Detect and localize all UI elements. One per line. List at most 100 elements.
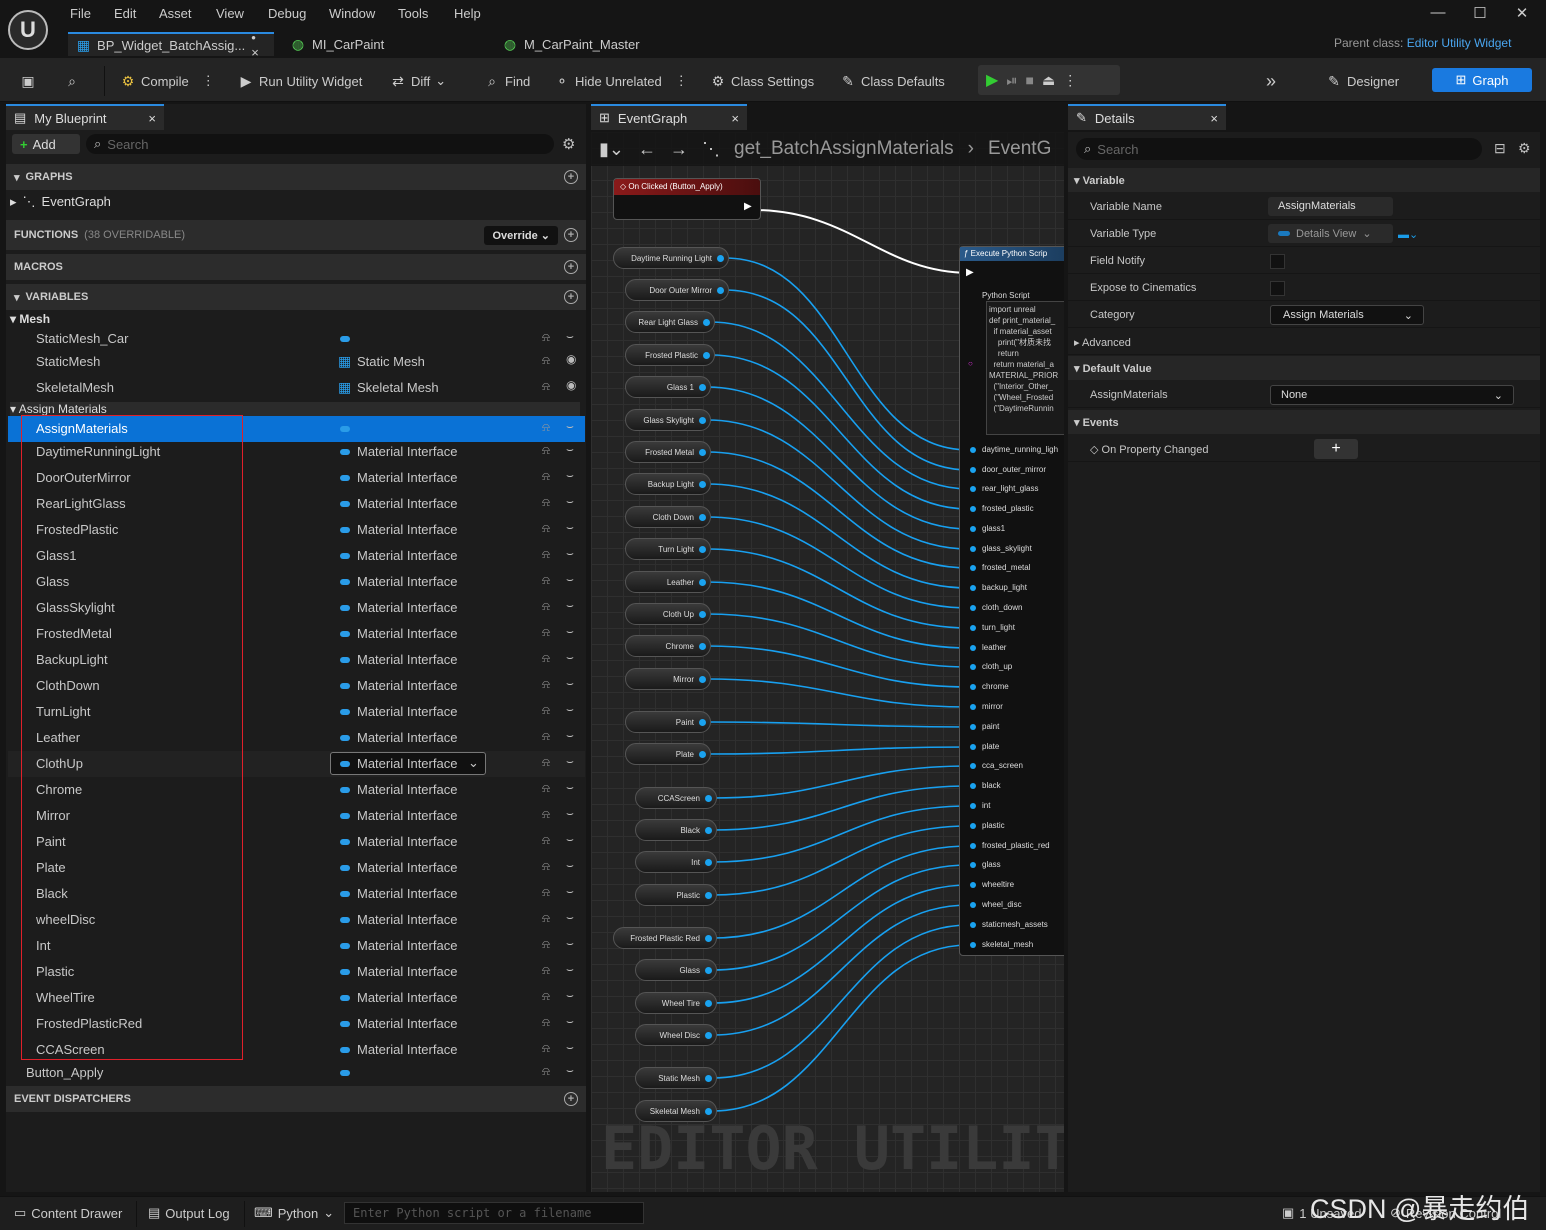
visibility-eye-closed-icon[interactable]: ⌣ [566,988,574,1003]
class-defaults-button[interactable]: ✎ Class Defaults [840,70,945,92]
input-pin-label[interactable]: frosted_metal [969,563,1030,572]
output-pin-icon[interactable] [699,514,706,521]
menu-asset[interactable]: Asset [159,6,192,21]
settings-gear-icon[interactable]: ⚙ [562,135,575,153]
close-tab-icon[interactable]: × [731,111,739,126]
input-pin-label[interactable]: skeletal_mesh [969,940,1033,949]
save-icon[interactable]: ▣ [20,70,36,92]
default-value-section[interactable]: ▾ Default Value [1068,356,1540,380]
output-pin-icon[interactable] [699,449,706,456]
variable-getter-node[interactable]: Paint [625,711,711,733]
visibility-eye-closed-icon[interactable]: ⌣ [566,832,574,847]
input-pin-label[interactable]: mirror [970,702,1003,711]
variable-getter-node[interactable]: Rear Light Glass [625,311,715,333]
input-pin-label[interactable]: door_outer_mirror [969,465,1046,474]
menu-file[interactable]: File [70,6,91,21]
replication-bell-icon[interactable]: ⍾ [542,573,550,588]
add-button[interactable]: + Add [12,134,80,154]
content-drawer-button[interactable]: ▭ Content Drawer [14,1205,122,1221]
input-pin-label[interactable]: cloth_up [969,662,1012,671]
find-button[interactable]: ⌕ Find [484,70,530,92]
visibility-eye-closed-icon[interactable]: ⌣ [566,468,574,483]
menu-view[interactable]: View [216,6,244,21]
input-pin-label[interactable]: wheeltire [969,880,1014,889]
variable-getter-node[interactable]: Leather [625,571,711,593]
variable-getter-node[interactable]: Frosted Plastic [625,344,715,366]
output-pin-icon[interactable] [717,287,724,294]
add-macro-icon[interactable]: + [564,260,578,274]
visibility-eye-closed-icon[interactable]: ⌣ [566,858,574,873]
visibility-eye-closed-icon[interactable]: ⌣ [566,419,574,434]
replication-bell-icon[interactable]: ⍾ [542,1064,550,1079]
variable-getter-node[interactable]: Frosted Metal [625,441,711,463]
variable-type-dropdown[interactable]: Details View ⌄ [1268,224,1393,243]
visibility-eye-closed-icon[interactable]: ⌣ [566,572,574,587]
visibility-eye-closed-icon[interactable]: ⌣ [566,962,574,977]
macros-section[interactable]: MACROS + [6,254,586,280]
replication-bell-icon[interactable]: ⍾ [542,495,550,510]
input-pin-label[interactable]: glass [970,860,1001,869]
visibility-eye-closed-icon[interactable]: ⌣ [566,1014,574,1029]
replication-bell-icon[interactable]: ⍾ [542,443,550,458]
replication-bell-icon[interactable]: ⍾ [542,420,550,435]
variable-getter-node[interactable]: Turn Light [625,538,711,560]
visibility-eye-open-icon[interactable]: ◉ [566,352,576,366]
input-pin-label[interactable]: glass1 [969,524,1005,533]
event-dispatchers-section[interactable]: EVENT DISPATCHERS + [6,1086,586,1112]
replication-bell-icon[interactable]: ⍾ [542,859,550,874]
unreal-logo-icon[interactable]: U [8,10,48,50]
input-pin-label[interactable]: frosted_plastic [970,504,1034,513]
variable-row[interactable]: Button_Apply ⍾ ⌣ [8,1060,585,1086]
visibility-eye-closed-icon[interactable]: ⌣ [566,754,574,769]
graph-button[interactable]: ⊞ Graph [1432,68,1532,92]
visibility-eye-closed-icon[interactable]: ⌣ [566,936,574,951]
visibility-eye-closed-icon[interactable]: ⌣ [566,884,574,899]
designer-button[interactable]: ✎ Designer [1326,70,1399,92]
graphs-section[interactable]: ▾ GRAPHS + [6,164,586,190]
close-tab-icon[interactable]: × [148,111,156,126]
variable-getter-node[interactable]: Skeletal Mesh [635,1100,717,1122]
output-pin-icon[interactable] [705,1000,712,1007]
variables-section[interactable]: ▾ VARIABLES + [6,284,586,310]
category-combobox[interactable]: Assign Materials ⌄ [1270,305,1424,325]
python-script-box[interactable]: import unreal def print_material_ if mate… [986,301,1064,435]
output-pin-icon[interactable] [705,967,712,974]
visibility-eye-closed-icon[interactable]: ⌣ [566,1063,574,1078]
tab-mi-carpaint[interactable]: ◍ MI_CarPaint [282,32,482,56]
visibility-eye-closed-icon[interactable]: ⌣ [566,780,574,795]
add-variable-icon[interactable]: + [564,290,578,304]
replication-bell-icon[interactable]: ⍾ [542,330,550,345]
visibility-eye-closed-icon[interactable]: ⌣ [566,624,574,639]
default-value-dropdown[interactable]: None ⌄ [1270,385,1514,405]
input-pin-label[interactable]: leather [969,643,1006,652]
output-pin-icon[interactable] [699,676,706,683]
variable-getter-node[interactable]: Backup Light [625,473,711,495]
variable-getter-node[interactable]: Chrome [625,635,711,657]
replication-bell-icon[interactable]: ⍾ [542,353,550,368]
maximize-icon[interactable]: ☐ [1460,4,1500,26]
variable-getter-node[interactable]: Cloth Down [625,506,711,528]
visibility-eye-closed-icon[interactable]: ⌣ [566,546,574,561]
replication-bell-icon[interactable]: ⍾ [542,599,550,614]
field-notify-checkbox[interactable] [1270,254,1285,269]
exec-in-pin-icon[interactable]: ▶ [966,267,974,278]
replication-bell-icon[interactable]: ⍾ [542,379,550,394]
replication-bell-icon[interactable]: ⍾ [542,1015,550,1030]
graph-canvas[interactable]: ▮⌄ ← → ⋱ get_BatchAssignMaterials › Even… [591,132,1064,1192]
replication-bell-icon[interactable]: ⍾ [542,937,550,952]
settings-gear-icon[interactable]: ⚙ [1518,140,1531,157]
replication-bell-icon[interactable]: ⍾ [542,833,550,848]
output-pin-icon[interactable] [705,795,712,802]
output-pin-icon[interactable] [705,827,712,834]
replication-bell-icon[interactable]: ⍾ [542,1041,550,1056]
variable-getter-node[interactable]: Glass [635,959,717,981]
output-pin-icon[interactable] [699,751,706,758]
replication-bell-icon[interactable]: ⍾ [542,677,550,692]
variable-getter-node[interactable]: Door Outer Mirror [625,279,729,301]
replication-bell-icon[interactable]: ⍾ [542,781,550,796]
close-window-icon[interactable]: ✕ [1502,4,1542,26]
output-pin-icon[interactable] [703,319,710,326]
add-event-button[interactable]: + [1314,439,1358,459]
input-pin-label[interactable]: rear_light_glass [969,484,1038,493]
expose-cinematics-checkbox[interactable] [1270,281,1285,296]
